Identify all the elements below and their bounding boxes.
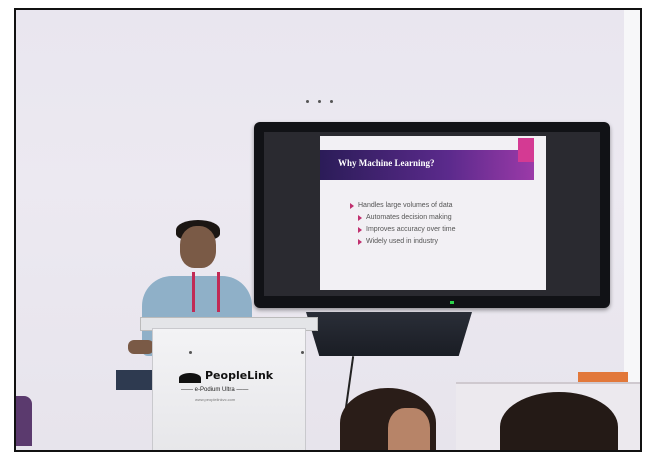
- lanyard: [192, 272, 220, 312]
- podium: PeopleLink —— e-Podium Ultra —— www.peop…: [152, 328, 306, 450]
- podium-screw: [301, 351, 304, 354]
- tv-shelf: [306, 312, 472, 356]
- slide-bullet: Improves accuracy over time: [358, 224, 455, 236]
- ceiling-sensors: [306, 100, 346, 106]
- podium-model: —— e-Podium Ultra ——: [181, 387, 249, 393]
- podium-screw: [189, 351, 192, 354]
- orange-strip: [578, 372, 628, 382]
- podium-side-panel: [116, 370, 154, 390]
- slide-bullet: Widely used in industry: [358, 236, 455, 248]
- slide-title: Why Machine Learning?: [338, 158, 435, 168]
- screen-area: Why Machine Learning? Handles large volu…: [264, 132, 600, 296]
- power-led: [450, 301, 454, 304]
- slide-bullets: Handles large volumes of data Automates …: [350, 200, 455, 248]
- podium-model-text: e-Podium Ultra: [194, 387, 235, 393]
- slide-bullet: Automates decision making: [358, 212, 455, 224]
- speaker-head: [180, 226, 216, 268]
- display-screen: Why Machine Learning? Handles large volu…: [254, 122, 610, 308]
- speaker-hand: [128, 340, 154, 354]
- slide-bullet: Handles large volumes of data: [350, 200, 455, 212]
- slide: Why Machine Learning? Handles large volu…: [320, 136, 546, 290]
- podium-url: www.peoplelinkvc.com: [195, 397, 236, 402]
- podium-brand: PeopleLink: [205, 369, 274, 382]
- audience-face: [388, 408, 430, 450]
- peoplelink-logo: [179, 373, 201, 383]
- audience-shoulder: [16, 396, 32, 446]
- slide-accent-block: [518, 138, 534, 162]
- presentation-photo: Why Machine Learning? Handles large volu…: [14, 8, 642, 452]
